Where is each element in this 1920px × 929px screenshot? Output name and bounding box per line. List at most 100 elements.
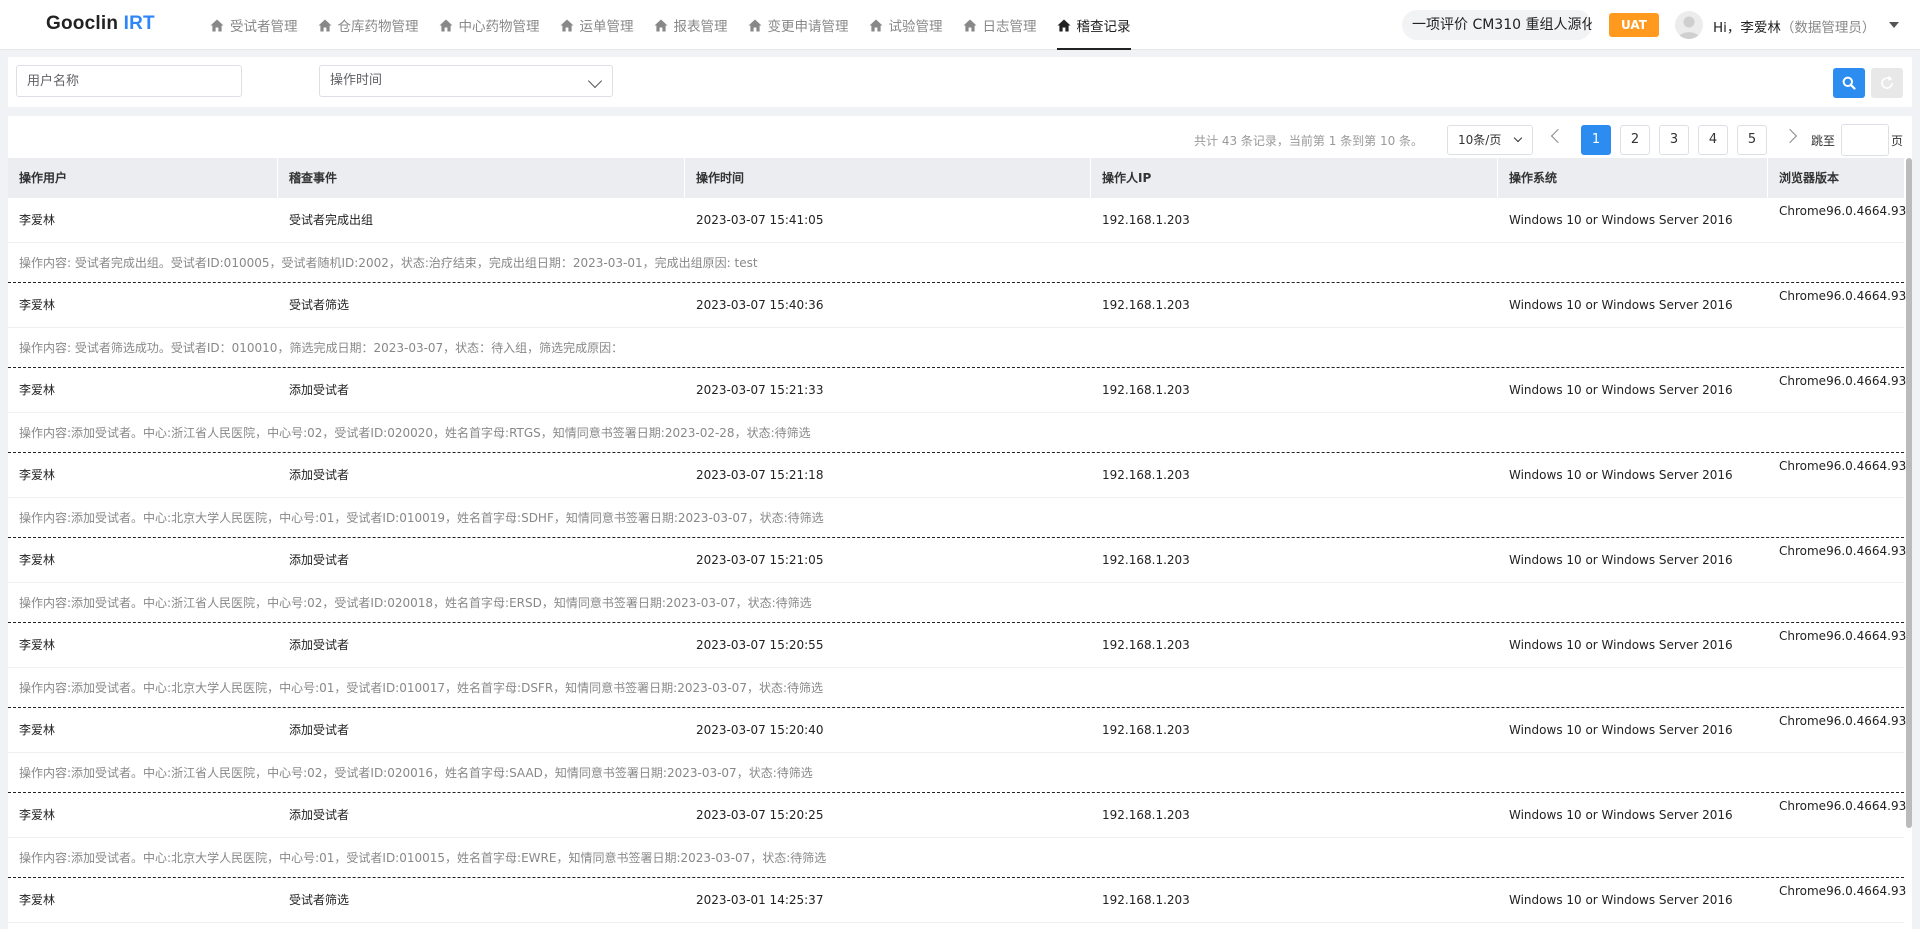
home-icon [210, 19, 224, 31]
row-main: 李爱林 受试者筛选 2023-03-01 14:25:37 192.168.1.203… [8, 878, 1906, 923]
cell-browser: Chrome96.0.4664.93 [1779, 459, 1907, 473]
logo-accent: IRT [123, 13, 155, 34]
page-size-select[interactable]: 10条/页 [1447, 125, 1533, 155]
cell-time: 2023-03-07 15:40:36 [696, 298, 824, 312]
cell-browser: Chrome96.0.4664.93 [1779, 204, 1907, 218]
nav-item-6[interactable]: 试验管理 [869, 0, 943, 50]
table-row[interactable]: 李爱林 添加受试者 2023-03-07 15:20:40 192.168.1.203… [8, 708, 1906, 793]
cell-event: 添加受试者 [289, 553, 350, 567]
nav-item-4[interactable]: 报表管理 [654, 0, 728, 50]
cell-browser: Chrome96.0.4664.93 [1779, 714, 1907, 728]
cell-time: 2023-03-07 15:21:05 [696, 553, 824, 567]
page-button-5[interactable]: 5 [1737, 125, 1767, 155]
col-user[interactable]: 操作用户 [8, 158, 278, 198]
nav-item-0[interactable]: 受试者管理 [210, 0, 298, 50]
table-row[interactable]: 李爱林 添加受试者 2023-03-07 15:21:05 192.168.1.203… [8, 538, 1906, 623]
table-row[interactable]: 李爱林 受试者筛选 2023-03-01 14:25:37 192.168.1.203… [8, 878, 1906, 929]
op-time-select[interactable]: 操作时间 [319, 65, 613, 97]
nav-item-label: 仓库药物管理 [337, 19, 419, 35]
audit-table-card: 共计 43 条记录，当前第 1 条到第 10 条。 10条/页 12345 跳至… [8, 116, 1912, 929]
page-button-4[interactable]: 4 [1698, 125, 1728, 155]
nav-item-2[interactable]: 中心药物管理 [439, 0, 540, 50]
cell-browser: Chrome96.0.4664.93 [1779, 544, 1907, 558]
caret-down-icon[interactable] [1889, 22, 1899, 28]
nav-item-3[interactable]: 运单管理 [560, 0, 634, 50]
prev-page-icon[interactable] [1550, 128, 1566, 144]
filter-bar: 操作时间 [8, 57, 1912, 107]
table-header: 操作用户 稽查事件 操作时间 操作人IP 操作系统 浏览器版本 [8, 158, 1904, 198]
reset-button[interactable] [1871, 68, 1903, 98]
table-row[interactable]: 李爱林 受试者完成出组 2023-03-07 15:41:05 192.168.1.2… [8, 198, 1906, 283]
nav-item-5[interactable]: 变更申请管理 [748, 0, 849, 50]
nav-item-label: 稽查记录 [1076, 19, 1131, 35]
col-time[interactable]: 操作时间 [685, 158, 1091, 198]
nav-item-label: 受试者管理 [230, 19, 298, 35]
cell-time: 2023-03-07 15:20:55 [696, 638, 824, 652]
vertical-scrollbar[interactable] [1906, 158, 1912, 828]
cell-event: 添加受试者 [289, 638, 350, 652]
row-detail: 操作内容: 受试者筛选成功。受试者ID：010010，筛选完成日期：2023-0… [19, 341, 624, 355]
cell-os: Windows 10 or Windows Server 2016 [1509, 893, 1733, 907]
project-selector[interactable]: 一项评价 CM310 重组人源化 [1402, 10, 1592, 40]
cell-time: 2023-03-07 15:20:40 [696, 723, 824, 737]
col-os[interactable]: 操作系统 [1498, 158, 1768, 198]
table-row[interactable]: 李爱林 添加受试者 2023-03-07 15:20:55 192.168.1.203… [8, 623, 1906, 708]
col-browser[interactable]: 浏览器版本 [1768, 158, 1904, 198]
search-button[interactable] [1833, 68, 1865, 98]
page-button-1[interactable]: 1 [1581, 125, 1611, 155]
app-logo[interactable]: Gooclin IRT [46, 13, 155, 35]
jump-label: 跳至 [1811, 134, 1836, 148]
home-icon [963, 19, 976, 31]
cell-ip: 192.168.1.203 [1102, 893, 1190, 907]
cell-os: Windows 10 or Windows Server 2016 [1509, 383, 1733, 397]
cell-ip: 192.168.1.203 [1102, 383, 1190, 397]
cell-time: 2023-03-07 15:41:05 [696, 213, 824, 227]
cell-event: 添加受试者 [289, 383, 350, 397]
col-event[interactable]: 稽查事件 [278, 158, 685, 198]
avatar[interactable] [1675, 11, 1703, 39]
cell-browser: Chrome96.0.4664.93 [1779, 289, 1907, 303]
page-button-2[interactable]: 2 [1620, 125, 1650, 155]
page-button-3[interactable]: 3 [1659, 125, 1689, 155]
cell-time: 2023-03-07 15:20:25 [696, 808, 824, 822]
cell-os: Windows 10 or Windows Server 2016 [1509, 723, 1733, 737]
cell-event: 添加受试者 [289, 468, 350, 482]
table-row[interactable]: 李爱林 添加受试者 2023-03-07 15:20:25 192.168.1.203… [8, 793, 1906, 878]
cell-ip: 192.168.1.203 [1102, 213, 1190, 227]
row-main: 李爱林 添加受试者 2023-03-07 15:21:05 192.168.1.203… [8, 538, 1906, 583]
user-icon [1678, 16, 1700, 39]
cell-ip: 192.168.1.203 [1102, 298, 1190, 312]
cell-browser: Chrome96.0.4664.93 [1779, 374, 1907, 388]
user-role: （数据管理员） [1780, 20, 1876, 36]
col-ip[interactable]: 操作人IP [1091, 158, 1498, 198]
nav-item-label: 中心药物管理 [458, 19, 540, 35]
cell-event: 添加受试者 [289, 723, 350, 737]
jump-suffix: 页 [1891, 134, 1904, 148]
home-icon [869, 19, 882, 31]
nav-item-label: 试验管理 [888, 19, 943, 35]
row-main: 李爱林 添加受试者 2023-03-07 15:20:25 192.168.1.203… [8, 793, 1906, 838]
row-detail: 操作内容: 受试者完成出组。受试者ID:010005，受试者随机ID:2002，… [19, 256, 758, 270]
home-icon [318, 19, 331, 31]
cell-user: 李爱林 [19, 213, 56, 227]
nav-item-label: 运单管理 [579, 19, 634, 35]
nav-item-8[interactable]: 稽查记录 [1056, 0, 1131, 50]
cell-browser: Chrome96.0.4664.93 [1779, 799, 1907, 813]
table-row[interactable]: 李爱林 受试者筛选 2023-03-07 15:40:36 192.168.1.203… [8, 283, 1906, 368]
home-icon [439, 19, 452, 31]
cell-time: 2023-03-07 15:21:18 [696, 468, 824, 482]
user-greeting: Hi，李爱林 [1713, 20, 1781, 36]
username-input[interactable] [16, 65, 242, 97]
cell-user: 李爱林 [19, 468, 56, 482]
cell-user: 李爱林 [19, 893, 56, 907]
cell-user: 李爱林 [19, 553, 56, 567]
jump-page-input[interactable] [1841, 124, 1889, 156]
user-menu[interactable]: Hi，李爱林（数据管理员） [1713, 16, 1875, 36]
table-row[interactable]: 李爱林 添加受试者 2023-03-07 15:21:18 192.168.1.203… [8, 453, 1906, 538]
nav-item-7[interactable]: 日志管理 [963, 0, 1037, 50]
next-page-icon[interactable] [1782, 128, 1798, 144]
table-row[interactable]: 李爱林 添加受试者 2023-03-07 15:21:33 192.168.1.203… [8, 368, 1906, 453]
env-badge: UAT [1609, 13, 1659, 37]
cell-ip: 192.168.1.203 [1102, 638, 1190, 652]
nav-item-1[interactable]: 仓库药物管理 [318, 0, 419, 50]
